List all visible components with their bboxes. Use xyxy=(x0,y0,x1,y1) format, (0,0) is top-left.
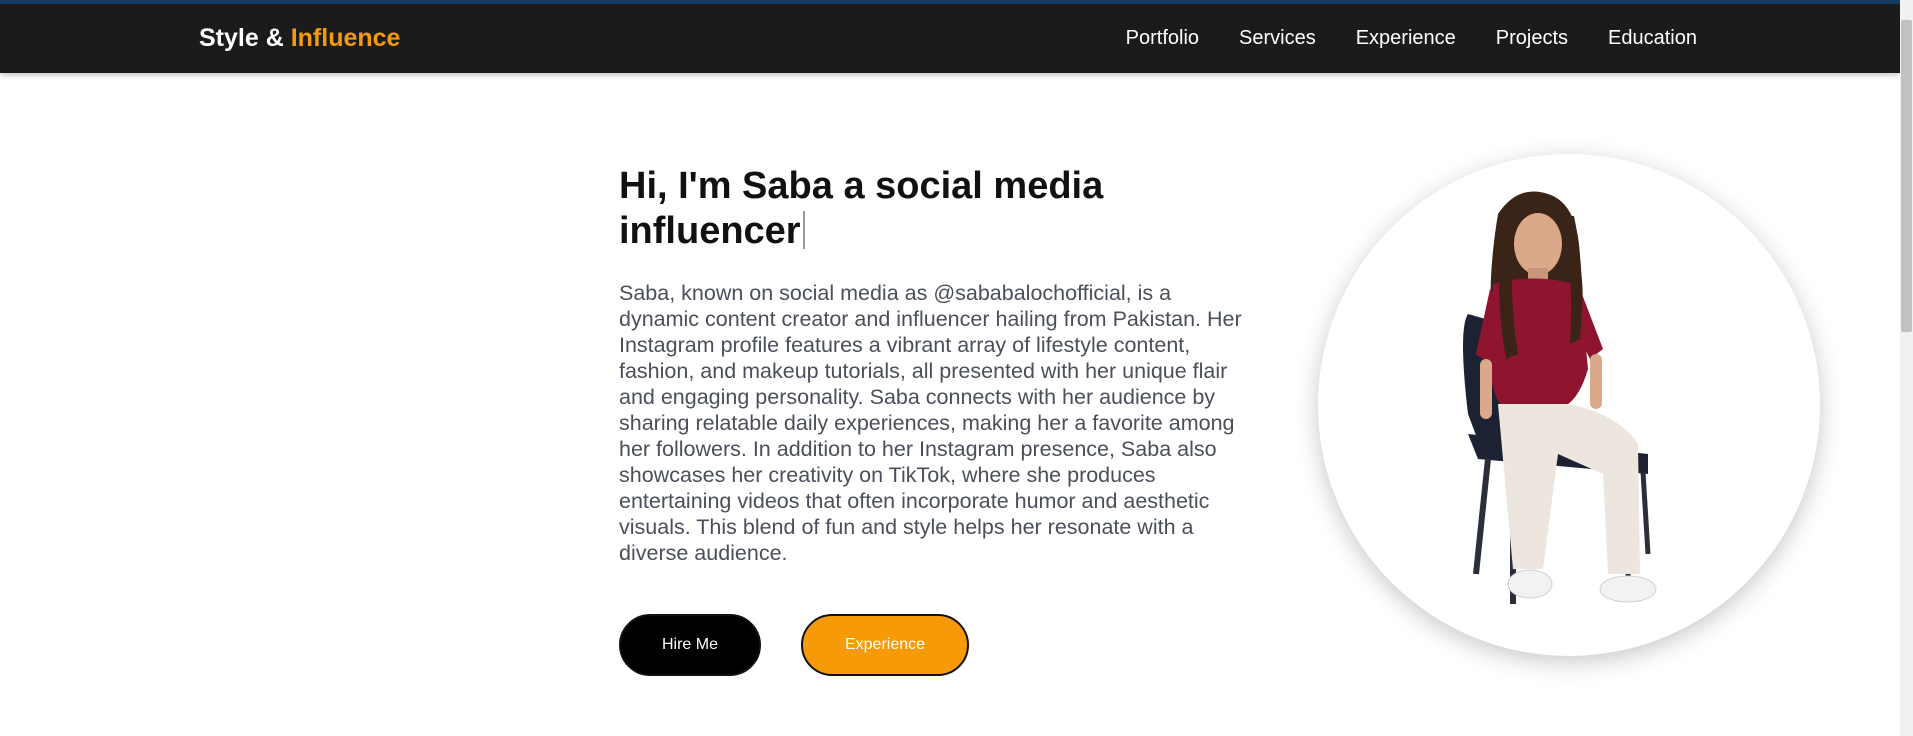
nav-link-projects[interactable]: Projects xyxy=(1496,27,1568,50)
nav-link-services[interactable]: Services xyxy=(1239,27,1316,50)
hire-me-button[interactable]: Hire Me xyxy=(619,614,761,676)
experience-button[interactable]: Experience xyxy=(801,614,969,676)
nav-link-education[interactable]: Education xyxy=(1608,27,1697,50)
scrollbar-thumb[interactable] xyxy=(1901,20,1912,332)
typing-caret xyxy=(802,211,805,249)
navbar: Style & Influence Portfolio Services Exp… xyxy=(0,4,1900,73)
page: Style & Influence Portfolio Services Exp… xyxy=(0,0,1913,736)
nav-link-experience[interactable]: Experience xyxy=(1356,27,1456,50)
nav-link-portfolio[interactable]: Portfolio xyxy=(1126,27,1199,50)
hero-title-text: Hi, I'm Saba a social media influencer xyxy=(619,165,1104,252)
hero-description: Saba, known on social media as @sababalo… xyxy=(619,281,1242,565)
hero-section: Hi, I'm Saba a social media influencer S… xyxy=(619,164,1244,566)
nav-links: Portfolio Services Experience Projects E… xyxy=(1086,27,1697,50)
person-seated-icon xyxy=(1463,191,1657,604)
brand-main-text: Style & xyxy=(199,24,291,52)
hero-title: Hi, I'm Saba a social media influencer xyxy=(619,164,1244,254)
brand-accent-text: Influence xyxy=(290,24,401,52)
brand-logo[interactable]: Style & Influence xyxy=(199,24,400,53)
page-scrollbar[interactable] xyxy=(1900,0,1913,736)
hero-buttons: Hire Me Experience xyxy=(619,614,969,676)
profile-portrait xyxy=(1318,154,1820,656)
